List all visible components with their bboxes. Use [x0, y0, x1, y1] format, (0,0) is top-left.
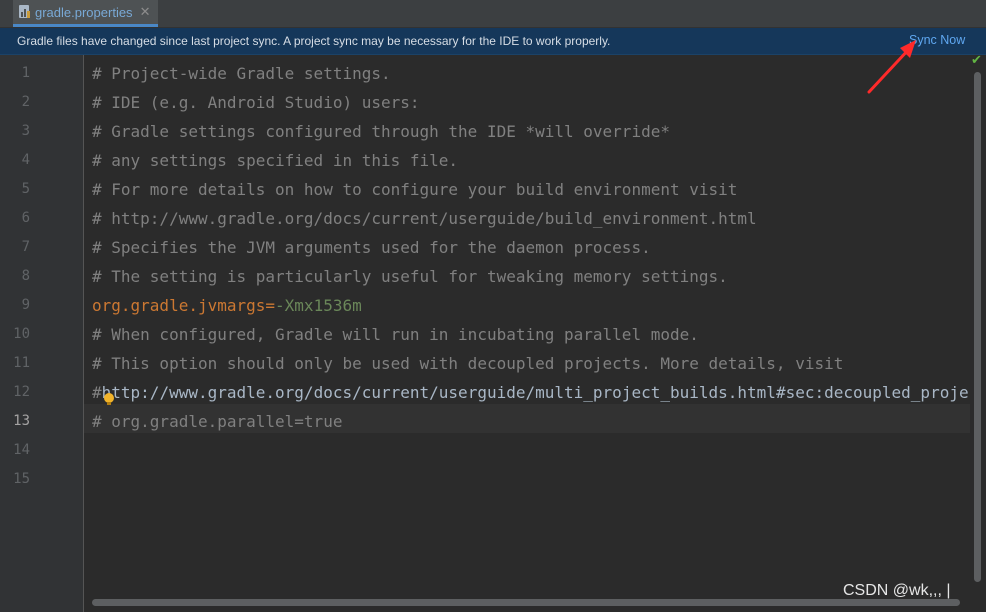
code-comment: # When configured, Gradle will run in in… [92, 325, 699, 344]
line-number: 7 [21, 239, 30, 255]
line-number: 3 [21, 123, 30, 139]
horizontal-scrollbar-thumb[interactable] [92, 599, 960, 606]
code-comment: # IDE (e.g. Android Studio) users: [92, 93, 420, 112]
line-number: 12 [13, 384, 30, 400]
line-number: 10 [13, 326, 30, 342]
vertical-scrollbar-thumb[interactable] [974, 72, 981, 582]
code-line: org.gradle.jvmargs=-Xmx1536m [92, 291, 362, 320]
code-line: # When configured, Gradle will run in in… [92, 320, 699, 349]
code-line: # For more details on how to configure y… [92, 175, 737, 204]
gradle-sync-notification: Gradle files have changed since last pro… [0, 28, 986, 55]
code-val: -Xmx1536m [275, 296, 362, 315]
code-plain: http://www.gradle.org/docs/current/userg… [101, 383, 970, 402]
line-number: 8 [21, 268, 30, 284]
line-number: 11 [13, 355, 30, 371]
code-line: #http://www.gradle.org/docs/current/user… [92, 378, 970, 407]
line-number: 14 [13, 442, 30, 458]
code-comment: # org.gradle.parallel=true [92, 412, 343, 431]
code-line: # any settings specified in this file. [92, 146, 458, 175]
code-line: # IDE (e.g. Android Studio) users: [92, 88, 420, 117]
vertical-scrollbar[interactable]: ✔ [971, 53, 986, 600]
code-line: # http://www.gradle.org/docs/current/use… [92, 204, 757, 233]
line-number: 9 [21, 297, 30, 313]
code-key: org.gradle.jvmargs [92, 296, 266, 315]
close-icon[interactable]: ✕ [140, 5, 151, 20]
code-editor[interactable]: # Project-wide Gradle settings. # IDE (e.… [84, 55, 970, 600]
code-comment: # Project-wide Gradle settings. [92, 64, 391, 83]
line-number: 2 [21, 94, 30, 110]
editor-tab-bar: gradle.properties ✕ [0, 0, 986, 28]
code-comment: # The setting is particularly useful for… [92, 267, 728, 286]
code-eq: = [265, 296, 276, 315]
line-number: 15 [13, 471, 30, 487]
code-comment: # Gradle settings configured through the… [92, 122, 670, 141]
tab-label: gradle.properties [35, 4, 133, 20]
line-number: 5 [21, 181, 30, 197]
code-line: # This option should only be used with d… [92, 349, 843, 378]
code-line: # Gradle settings configured through the… [92, 117, 670, 146]
code-line: # Project-wide Gradle settings. [92, 59, 391, 88]
code-line: # The setting is particularly useful for… [92, 262, 728, 291]
code-line: # Specifies the JVM arguments used for t… [92, 233, 651, 262]
code-comment: # Specifies the JVM arguments used for t… [92, 238, 651, 257]
check-icon: ✔ [971, 53, 982, 68]
line-number: 6 [21, 210, 30, 226]
line-number: 4 [21, 152, 30, 168]
code-line: # org.gradle.parallel=true [92, 407, 342, 436]
notification-message: Gradle files have changed since last pro… [17, 34, 611, 48]
line-number: 1 [21, 65, 30, 81]
gradle-file-icon [18, 5, 32, 19]
horizontal-scrollbar[interactable] [84, 598, 970, 612]
line-number: 13 [13, 413, 30, 429]
watermark: CSDN @wk,,, | [843, 582, 951, 599]
code-comment: # any settings specified in this file. [92, 151, 459, 170]
code-comment: # This option should only be used with d… [92, 354, 844, 373]
code-hash: # [92, 383, 102, 402]
line-number-gutter: 1 2 3 4 5 6 7 8 9 10 11 12 13 14 15 [0, 55, 84, 612]
code-comment: # For more details on how to configure y… [92, 180, 738, 199]
annotation-arrow-icon [867, 40, 916, 94]
code-comment: # http://www.gradle.org/docs/current/use… [92, 209, 757, 228]
lightbulb-icon[interactable] [104, 393, 114, 405]
tab-gradle-properties[interactable]: gradle.properties ✕ [13, 0, 158, 27]
